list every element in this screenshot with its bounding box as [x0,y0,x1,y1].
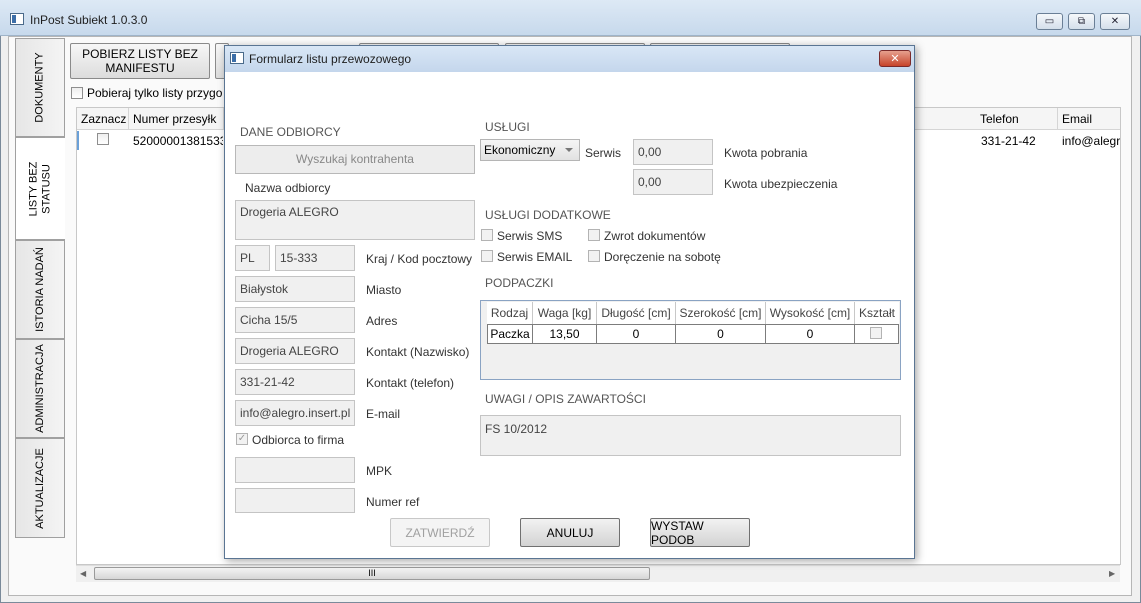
return-docs-checkbox[interactable] [588,229,600,241]
country-field[interactable]: PL [235,245,270,271]
city-field[interactable]: Białystok [235,276,355,302]
close-icon: ✕ [890,53,900,65]
tab-administracja[interactable]: ADMINISTRACJA [15,339,65,438]
sms-checkbox[interactable] [481,229,493,241]
confirm-button[interactable]: ZATWIERDŹ [390,518,490,547]
email-service-label: Serwis EMAIL [497,250,573,264]
grid-col-email[interactable]: Email [1058,108,1120,130]
dialog-close-button[interactable]: ✕ [879,50,911,67]
city-label: Miasto [366,283,402,297]
row-phone: 331-21-42 [981,134,1036,148]
tab-label: DOKUMENTY [33,52,46,123]
scroll-right-icon[interactable]: ▶ [1109,569,1115,578]
print-button[interactable]: WYSTAW PODOB [650,518,750,547]
postcode-field[interactable]: 15-333 [275,245,355,271]
email-field[interactable]: info@alegro.insert.pl [235,400,355,426]
cod-field[interactable]: 0,00 [633,139,713,165]
tab-listy-bez-statusu[interactable]: LISTY BEZ STATUSU [15,137,65,240]
extra-services-section-title: USŁUGI DODATKOWE [485,208,611,222]
company-checkbox[interactable]: ✓ [236,433,248,445]
scroll-thumb[interactable]: III [94,567,650,580]
tab-label: AKTUALIZACJE [33,447,46,529]
app-icon [10,13,24,25]
tab-historia-nadan[interactable]: ISTORIA NADAŃ [15,240,65,339]
parcels-col-weight[interactable]: Waga [kg] [533,302,597,324]
contact-phone-label: Kontakt (telefon) [366,376,455,390]
parcels-col-type[interactable]: Rodzaj [487,302,533,324]
tab-label: ISTORIA NADAŃ [33,247,46,332]
mpk-label: MPK [366,464,393,478]
country-postcode-label: Kraj / Kod pocztowy [366,252,473,266]
parcels-col-length[interactable]: Długość [cm] [597,302,676,324]
grid-col-zaznacz[interactable]: Zaznacz [77,108,129,130]
service-dropdown[interactable]: Ekonomiczny [480,139,580,161]
row-checkbox[interactable] [97,133,109,145]
email-label: E-mail [366,407,401,421]
ref-field[interactable] [235,488,355,513]
search-contractor-button[interactable]: Wyszukaj kontrahenta [235,145,475,174]
only-ready-label: Pobieraj tylko listy przygo [87,86,223,100]
ref-label: Numer ref [366,495,420,509]
only-ready-checkbox[interactable] [71,87,83,99]
address-label: Adres [366,314,398,328]
parcels-col-height[interactable]: Wysokość [cm] [766,302,855,324]
notes-section-title: UWAGI / OPIS ZAWARTOŚCI [485,392,646,406]
service-selected: Ekonomiczny [484,143,556,157]
app-title: InPost Subiekt 1.0.3.0 [30,13,148,27]
grip-icon: III [368,568,376,578]
mpk-field[interactable] [235,457,355,483]
dialog-icon [230,52,244,64]
row-number: 520000013815333 [133,134,223,148]
insurance-label: Kwota ubezpieczenia [724,177,838,191]
recipient-name-field[interactable]: Drogeria ALEGRO [235,200,475,240]
minimize-button[interactable]: ▭ [1036,13,1063,30]
scroll-left-icon[interactable]: ◀ [80,569,86,578]
parcel-height-cell[interactable]: 0 [766,324,855,344]
tab-label: ADMINISTRACJA [33,344,46,433]
services-section-title: USŁUGI [485,120,530,134]
parcel-shape-checkbox[interactable] [870,327,882,339]
main-titlebar [0,0,1141,36]
recipient-section-title: DANE ODBIORCY [240,125,341,139]
parcel-weight-cell[interactable]: 13,50 [533,324,597,344]
contact-phone-field[interactable]: 331-21-42 [235,369,355,395]
parcels-col-width[interactable]: Szerokość [cm] [676,302,766,324]
minimize-icon: ▭ [1044,16,1055,27]
cancel-button[interactable]: ANULUJ [520,518,620,547]
service-label: Serwis [585,146,622,160]
tab-aktualizacje[interactable]: AKTUALIZACJE [15,438,65,538]
parcels-section-title: PODPACZKI [485,276,554,290]
dialog-title: Formularz listu przewozowego [249,52,412,66]
chevron-down-icon [565,148,573,152]
close-window-button[interactable]: ✕ [1100,13,1130,30]
close-icon: ✕ [1110,16,1120,27]
insurance-field[interactable]: 0,00 [633,169,713,195]
restore-button[interactable]: ⧉ [1068,13,1095,30]
parcel-type-cell[interactable]: Paczka [487,324,533,344]
row-email: info@alegr [1062,134,1120,148]
contact-name-label: Kontakt (Nazwisko) [366,345,470,359]
cod-label: Kwota pobrania [724,146,808,160]
grid-col-telefon[interactable]: Telefon [976,108,1058,130]
company-label: Odbiorca to firma [252,433,345,447]
sms-label: Serwis SMS [497,229,563,243]
email-service-checkbox[interactable] [481,250,493,262]
contact-name-field[interactable]: Drogeria ALEGRO [235,338,355,364]
recipient-name-label: Nazwa odbiorcy [245,181,331,195]
parcels-col-shape[interactable]: Kształt [855,302,899,324]
saturday-checkbox[interactable] [588,250,600,262]
tab-dokumenty[interactable]: DOKUMENTY [15,38,65,137]
address-field[interactable]: Cicha 15/5 [235,307,355,333]
fetch-lists-button[interactable]: POBIERZ LISTY BEZ MANIFESTU [70,43,210,79]
parcel-length-cell[interactable]: 0 [597,324,676,344]
notes-field[interactable]: FS 10/2012 [480,415,901,456]
saturday-label: Doręczenie na sobotę [604,250,721,264]
grid-col-numer[interactable]: Numer przesyłk [129,108,224,130]
return-docs-label: Zwrot dokumentów [604,229,706,243]
parcel-width-cell[interactable]: 0 [676,324,766,344]
tab-label: LISTY BEZ STATUSU [27,161,53,216]
restore-icon: ⧉ [1077,16,1086,27]
